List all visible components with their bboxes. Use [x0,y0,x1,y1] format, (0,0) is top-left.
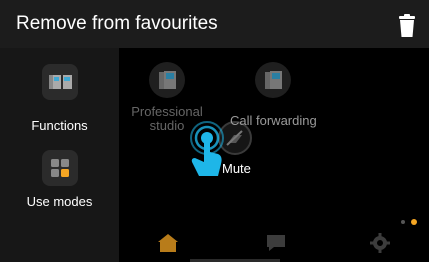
bottom-navigation [119,225,429,262]
sidebar: Functions Use modes [0,48,119,262]
trash-icon[interactable] [396,14,418,38]
home-icon[interactable] [157,232,179,254]
settings-gear-icon[interactable] [369,232,391,254]
sidebar-item-label: Use modes [26,194,93,209]
chat-icon[interactable] [265,233,287,253]
sidebar-item-label: Functions [31,118,88,133]
sidebar-item-use-modes[interactable]: Use modes [0,148,119,228]
intercom-devices-icon [42,64,78,100]
touch-hand-icon [190,121,224,176]
favourites-screen: Remove from favourites Functions Use mod… [0,0,429,262]
intercom-phone-icon [255,62,291,98]
header-bar: Remove from favourites [0,0,429,48]
intercom-phone-icon [149,62,185,98]
sidebar-item-functions[interactable]: Functions [0,60,119,140]
page-title: Remove from favourites [16,13,218,34]
use-modes-grid-icon [42,150,78,186]
